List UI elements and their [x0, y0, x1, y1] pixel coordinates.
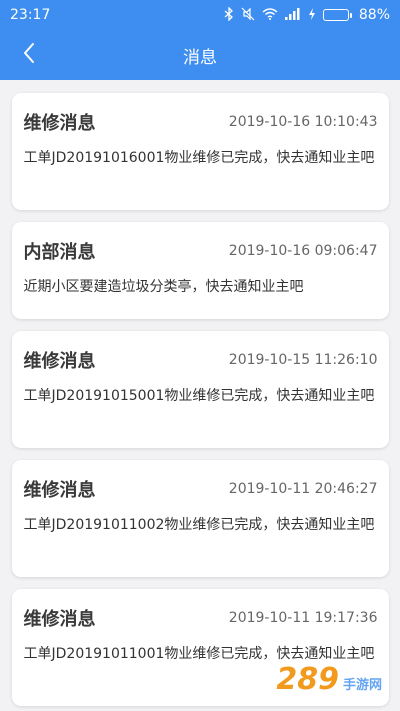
app-header: 消息 — [0, 30, 400, 80]
message-time: 2019-10-11 20:46:27 — [228, 481, 378, 497]
wifi-icon — [262, 8, 278, 22]
message-body: 近期小区要建造垃圾分类亭，快去通知业主吧 — [23, 279, 304, 295]
message-card[interactable]: 维修消息 2019-10-11 19:17:36 工单JD20191011001… — [11, 589, 389, 706]
message-body: 工单JD20191011002物业维修已完成，快去通知业主吧 — [23, 517, 375, 533]
message-list: 维修消息 2019-10-16 10:10:43 工单JD20191016001… — [0, 80, 400, 711]
back-button[interactable] — [16, 42, 42, 68]
battery-percent: 88% — [358, 7, 390, 23]
message-card[interactable]: 维修消息 2019-10-16 10:10:43 工单JD20191016001… — [11, 93, 389, 210]
charging-icon — [308, 8, 316, 22]
message-time: 2019-10-11 19:17:36 — [228, 610, 378, 626]
status-bar: 23:17 88% — [0, 0, 400, 30]
message-title: 维修消息 — [23, 351, 96, 372]
message-time: 2019-10-16 10:10:43 — [228, 114, 378, 130]
battery-icon — [322, 9, 352, 21]
message-card[interactable]: 维修消息 2019-10-15 11:26:10 工单JD20191015001… — [11, 331, 389, 448]
message-title: 维修消息 — [23, 480, 96, 501]
message-title: 维修消息 — [23, 609, 96, 630]
message-card[interactable]: 维修消息 2019-10-11 20:46:27 工单JD20191011002… — [11, 460, 389, 577]
message-title: 维修消息 — [23, 113, 96, 134]
message-title: 内部消息 — [23, 242, 96, 263]
message-card[interactable]: 内部消息 2019-10-16 09:06:47 近期小区要建造垃圾分类亭，快去… — [11, 222, 389, 319]
message-time: 2019-10-15 11:26:10 — [228, 352, 378, 368]
mute-icon — [241, 7, 255, 23]
message-body: 工单JD20191016001物业维修已完成，快去通知业主吧 — [23, 150, 375, 166]
page-title: 消息 — [183, 47, 217, 68]
back-arrow-icon — [22, 42, 36, 68]
message-body: 工单JD20191011001物业维修已完成，快去通知业主吧 — [23, 646, 375, 662]
signal-icon — [284, 8, 301, 22]
message-body: 工单JD20191015001物业维修已完成，快去通知业主吧 — [23, 388, 375, 404]
status-time: 23:17 — [10, 7, 51, 23]
status-icons: 88% — [224, 6, 390, 23]
message-time: 2019-10-16 09:06:47 — [228, 243, 378, 259]
bluetooth-icon — [224, 6, 234, 23]
